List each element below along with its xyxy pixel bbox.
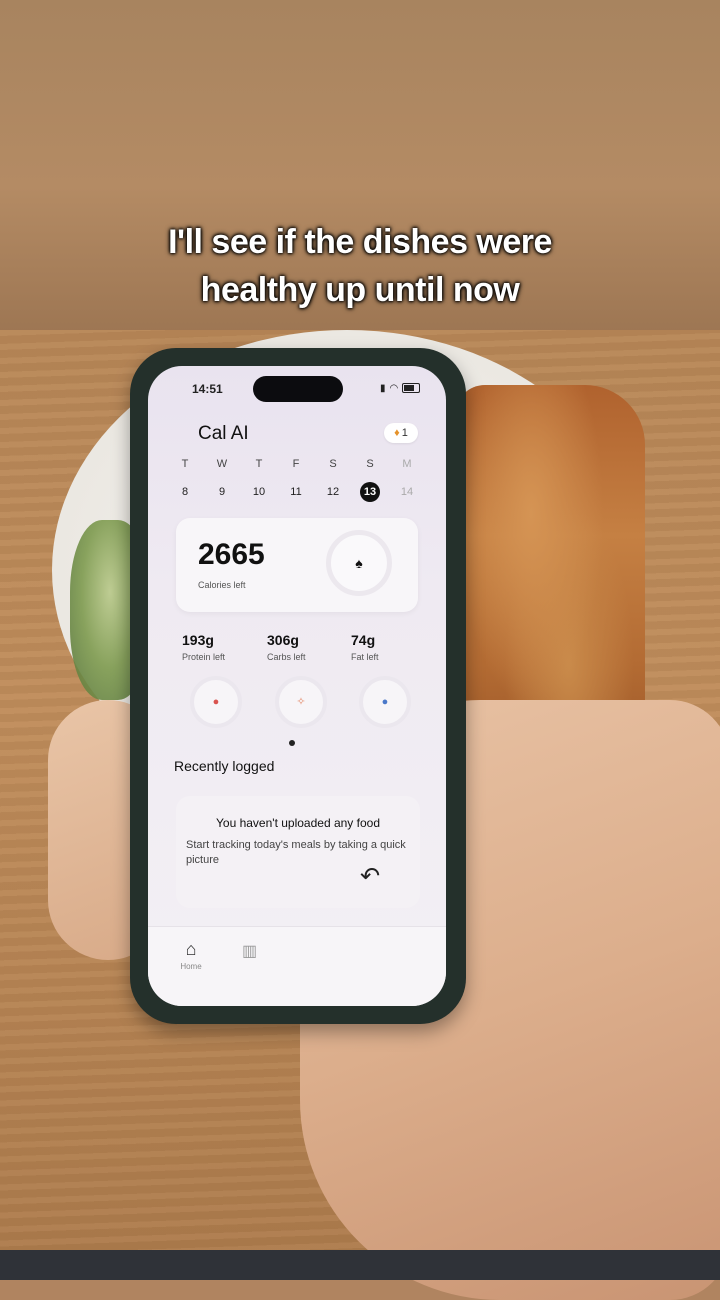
caption-line-1: I'll see if the dishes were: [168, 223, 552, 261]
drop-icon: ●: [381, 696, 389, 708]
tab-bar: ⌂ Home ▥: [148, 926, 446, 1006]
macro-label: Protein left: [182, 652, 226, 662]
day-item[interactable]: M 14: [392, 458, 422, 502]
wifi-icon: ◠: [389, 383, 399, 394]
day-letter: S: [366, 458, 374, 470]
day-item[interactable]: F 11: [281, 458, 311, 502]
day-letter: M: [402, 458, 412, 470]
macro-label: Fat left: [351, 652, 379, 662]
macro-value: 306g: [267, 632, 299, 648]
curly-arrow-icon: ↶: [360, 863, 381, 890]
calories-card[interactable]: 2665 Calories left ♠: [176, 518, 418, 612]
video-caption: I'll see if the dishes were healthy up u…: [0, 218, 720, 314]
caption-line-2: healthy up until now: [200, 271, 520, 309]
analytics-icon[interactable]: ▥: [242, 941, 257, 961]
streak-badge[interactable]: ♦ 1: [384, 423, 418, 443]
day-letter: F: [292, 458, 300, 470]
day-letter: S: [329, 458, 337, 470]
day-date: 9: [218, 486, 226, 498]
macro-ring: ●: [359, 676, 411, 728]
empty-state-card: You haven't uploaded any food Start trac…: [176, 796, 420, 908]
macro-label: Carbs left: [267, 652, 306, 662]
day-item-selected[interactable]: S 13: [355, 458, 385, 502]
battery-icon: [402, 383, 421, 394]
day-item[interactable]: W 9: [207, 458, 237, 502]
signal-icon: ▮: [380, 383, 386, 394]
day-date: 14: [400, 486, 414, 498]
calories-value: 2665: [198, 538, 265, 571]
flame-icon: ♠: [355, 555, 363, 571]
empty-state-title: You haven't uploaded any food: [216, 816, 380, 830]
day-date: 13: [360, 482, 380, 502]
tab-home[interactable]: ⌂ Home: [176, 939, 206, 971]
app-title: Cal AI: [198, 423, 249, 444]
home-icon: ⌂: [185, 939, 197, 959]
day-letter: W: [216, 458, 228, 470]
macro-value: 74g: [351, 632, 376, 648]
day-item[interactable]: T 8: [170, 458, 200, 502]
macro-ring: ●: [190, 676, 242, 728]
status-time: 14:51: [192, 382, 223, 396]
day-date: 12: [326, 486, 340, 498]
dynamic-island: [253, 376, 343, 402]
macro-protein[interactable]: 193g Protein left ●: [182, 632, 264, 732]
flame-icon: ♦: [394, 427, 400, 439]
streak-count: 1: [401, 427, 408, 439]
wheat-icon: ✧: [296, 696, 306, 708]
macro-ring: ✧: [275, 676, 327, 728]
day-item[interactable]: T 10: [244, 458, 274, 502]
week-strip: T 8 W 9 T 10 F 11 S 12 S 13 M 14: [170, 458, 440, 510]
tab-home-label: Home: [180, 962, 202, 971]
day-date: 11: [290, 486, 302, 498]
day-item[interactable]: S 12: [318, 458, 348, 502]
macro-value: 193g: [182, 632, 214, 648]
day-date: 8: [181, 486, 189, 498]
page-indicator-dot[interactable]: [289, 740, 295, 746]
drumstick-icon: ●: [212, 696, 220, 708]
bottom-shadow: [0, 1250, 720, 1280]
day-letter: T: [181, 458, 189, 470]
status-icons: ▮ ◠: [376, 383, 421, 394]
recently-logged-heading: Recently logged: [174, 758, 275, 774]
macro-carbs[interactable]: 306g Carbs left ✧: [267, 632, 349, 732]
calories-label: Calories left: [198, 580, 246, 590]
calories-ring: ♠: [326, 530, 392, 596]
macro-fat[interactable]: 74g Fat left ●: [351, 632, 433, 732]
phone-screen: 14:51 ▮ ◠ Cal AI ♦ 1 T 8 W 9 T 10 F 11 S 1…: [148, 366, 446, 1006]
day-date: 10: [252, 486, 266, 498]
day-letter: T: [255, 458, 263, 470]
